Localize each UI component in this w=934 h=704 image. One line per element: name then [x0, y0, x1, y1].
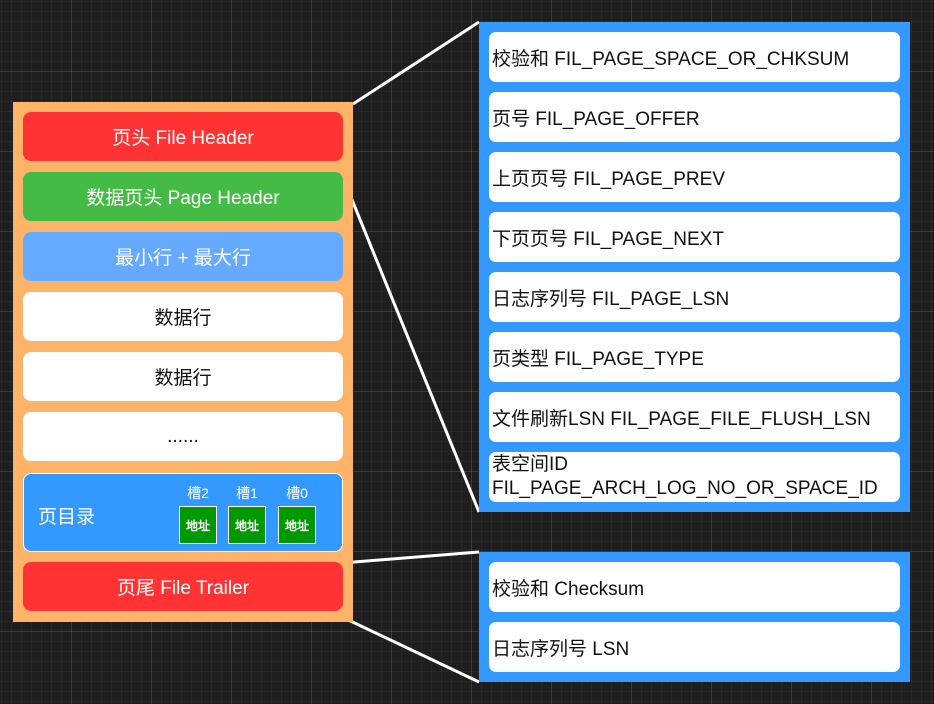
file-header-label: 页头 File Header: [112, 128, 254, 149]
field-space-id-name: FIL_PAGE_ARCH_LOG_NO_OR_SPACE_ID: [492, 478, 878, 499]
data-row-block[interactable]: 数据行: [23, 352, 343, 401]
slot-address-box: 地址: [228, 506, 266, 544]
field-trailer-lsn[interactable]: 日志序列号 LSN: [489, 622, 900, 672]
trailer-connector-bottom: [341, 615, 480, 684]
slot-2: 槽2 地址: [178, 484, 218, 544]
page-header-block[interactable]: 数据页头 Page Header: [23, 172, 343, 221]
page-directory-block[interactable]: 页目录 槽2 地址 槽1 地址 槽0 地址: [23, 473, 343, 552]
ellipsis-block[interactable]: ......: [23, 412, 343, 461]
file-header-details: 校验和 FIL_PAGE_SPACE_OR_CHKSUM 页号 FIL_PAGE…: [479, 22, 910, 512]
min-max-rows-label: 最小行 + 最大行: [115, 248, 251, 269]
file-trailer-details: 校验和 Checksum 日志序列号 LSN: [479, 552, 910, 682]
data-row-label: 数据行: [154, 368, 212, 389]
page-header-label: 数据页头 Page Header: [86, 188, 280, 209]
slot-1: 槽1 地址: [227, 484, 267, 544]
field-checksum[interactable]: 校验和 FIL_PAGE_SPACE_OR_CHKSUM: [489, 32, 900, 82]
field-page-offset[interactable]: 页号 FIL_PAGE_OFFER: [489, 92, 900, 142]
header-connector-bottom: [333, 157, 481, 513]
slot-address-box: 地址: [179, 506, 217, 544]
header-connector-top: [352, 20, 480, 106]
file-trailer-block[interactable]: 页尾 File Trailer: [23, 562, 343, 611]
file-trailer-label: 页尾 File Trailer: [117, 578, 249, 599]
field-trailer-checksum[interactable]: 校验和 Checksum: [489, 562, 900, 612]
field-space-id[interactable]: 表空间ID FIL_PAGE_ARCH_LOG_NO_OR_SPACE_ID: [489, 452, 900, 502]
slot-label: 槽2: [187, 485, 209, 501]
data-row-block[interactable]: 数据行: [23, 292, 343, 341]
file-header-block[interactable]: 页头 File Header: [23, 112, 343, 161]
slot-0: 槽0 地址: [277, 484, 317, 544]
ellipsis-label: ......: [167, 425, 199, 447]
page-directory-label: 页目录: [38, 507, 96, 528]
field-lsn[interactable]: 日志序列号 FIL_PAGE_LSN: [489, 272, 900, 322]
field-next-page[interactable]: 下页页号 FIL_PAGE_NEXT: [489, 212, 900, 262]
field-flush-lsn[interactable]: 文件刷新LSN FIL_PAGE_FILE_FLUSH_LSN: [489, 392, 900, 442]
slot-label: 槽1: [236, 485, 258, 501]
slot-address-box: 地址: [278, 506, 316, 544]
trailer-connector-top: [341, 550, 480, 565]
field-page-type[interactable]: 页类型 FIL_PAGE_TYPE: [489, 332, 900, 382]
field-prev-page[interactable]: 上页页号 FIL_PAGE_PREV: [489, 152, 900, 202]
min-max-rows-block[interactable]: 最小行 + 最大行: [23, 232, 343, 281]
slot-label: 槽0: [286, 485, 308, 501]
page-structure: 页头 File Header 数据页头 Page Header 最小行 + 最大…: [13, 102, 353, 622]
data-row-label: 数据行: [154, 308, 212, 329]
field-space-id-title: 表空间ID: [492, 454, 569, 475]
